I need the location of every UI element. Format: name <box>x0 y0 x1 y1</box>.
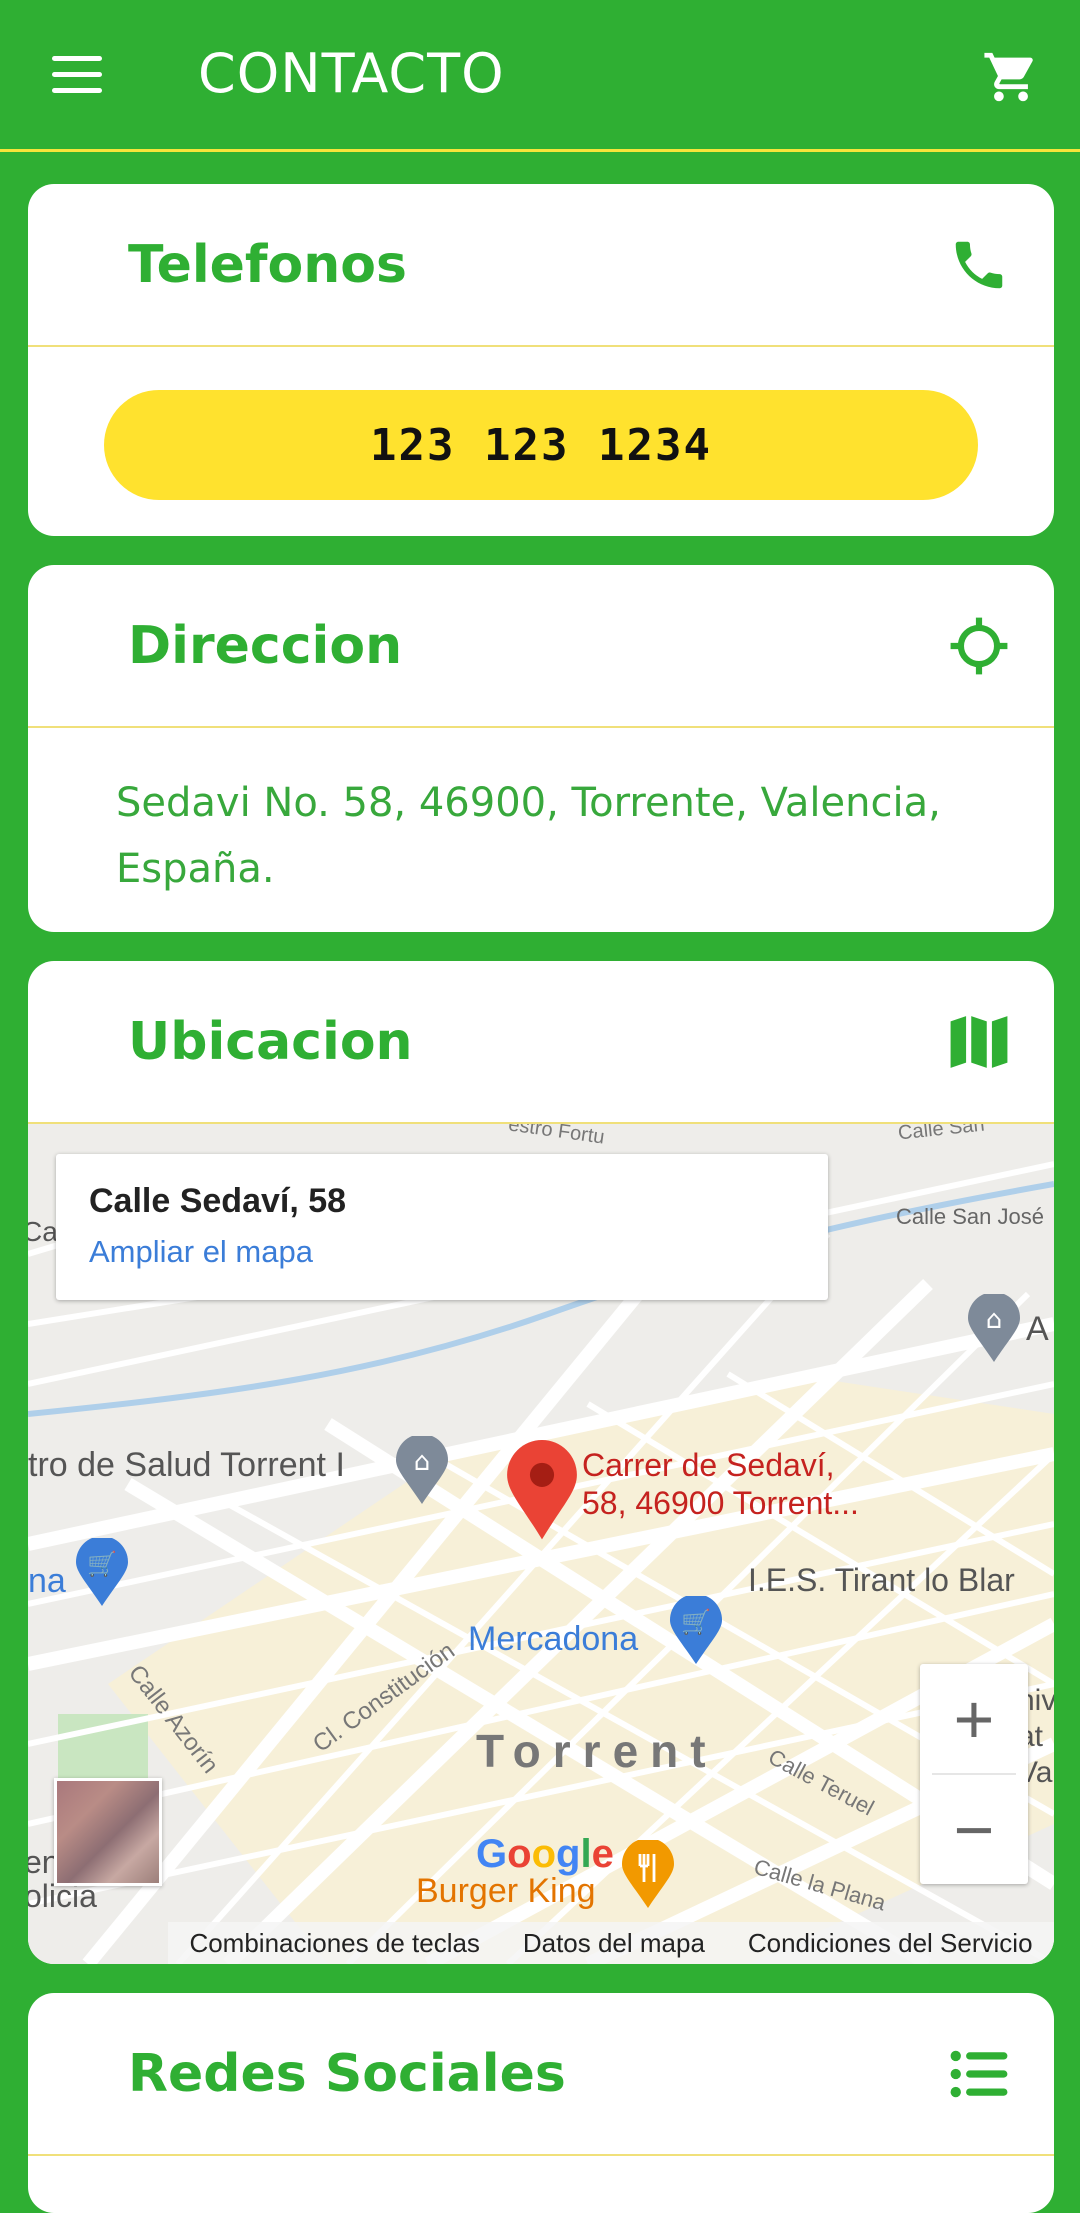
social-card-header: Redes Sociales <box>28 1993 1054 2156</box>
location-marker-icon[interactable] <box>504 1440 580 1542</box>
terms-link[interactable]: Condiciones del Servicio <box>748 1928 1033 1959</box>
map-info-box: Calle Sedaví, 58 Ampliar el mapa <box>56 1154 828 1300</box>
map-label-ca: Ca <box>28 1216 58 1247</box>
phones-card-header: Telefonos <box>28 184 1054 347</box>
restaurant-pin-icon[interactable] <box>620 1840 676 1910</box>
map-label-sanjose: Calle San José <box>896 1204 1044 1229</box>
social-card: Redes Sociales <box>28 1993 1054 2213</box>
map-footer: Combinaciones de teclas Datos del mapa C… <box>168 1922 1054 1964</box>
store-pin-icon[interactable]: 🛒 <box>74 1538 130 1608</box>
marker-label-line2: 58, 46900 Torrent... <box>582 1485 859 1521</box>
google-logo: Google <box>476 1832 614 1876</box>
map-label-town: Torrent <box>476 1725 718 1777</box>
map-label-burger: Burger King <box>416 1872 596 1910</box>
location-card: Ubicacion tro de Salud Torrent I ⌂ na 🛒 … <box>28 961 1054 1964</box>
app-bar: CONTACTO <box>0 0 1080 152</box>
svg-text:🛒: 🛒 <box>87 1550 117 1578</box>
marker-label-line1: Carrer de Sedaví, <box>582 1447 835 1483</box>
list-icon <box>950 2050 1008 2097</box>
map-label-a: A <box>1026 1310 1049 1348</box>
zoom-controls: + − <box>920 1664 1028 1884</box>
map-label-mercadona: Mercadona <box>468 1620 639 1658</box>
social-title: Redes Sociales <box>128 2043 566 2104</box>
embedded-map[interactable]: tro de Salud Torrent I ⌂ na 🛒 Ca Carrer … <box>28 1124 1054 1964</box>
svg-text:⌂: ⌂ <box>414 1447 431 1477</box>
address-title: Direccion <box>128 615 403 676</box>
crosshair-icon <box>950 617 1008 674</box>
zoom-in-button[interactable]: + <box>920 1664 1028 1773</box>
map-data-link[interactable]: Datos del mapa <box>523 1928 705 1959</box>
mercadona-pin-icon[interactable]: 🛒 <box>668 1596 724 1666</box>
cart-icon[interactable] <box>980 48 1042 106</box>
landmark-pin-icon-right[interactable]: ⌂ <box>966 1294 1022 1364</box>
phones-card: Telefonos 123 123 1234 <box>28 184 1054 536</box>
marker-label: Carrer de Sedaví, 58, 46900 Torrent... <box>582 1446 859 1522</box>
address-card-header: Direccion <box>28 565 1054 728</box>
location-title: Ubicacion <box>128 1011 413 1072</box>
page-title: CONTACTO <box>198 42 505 105</box>
map-icon <box>950 1015 1008 1068</box>
enlarge-map-link[interactable]: Ampliar el mapa <box>89 1234 313 1270</box>
map-label-school: I.E.S. Tirant lo Blar <box>748 1562 1015 1598</box>
zoom-out-button[interactable]: − <box>920 1775 1028 1884</box>
phone-icon <box>955 241 1003 288</box>
phone-number-button[interactable]: 123 123 1234 <box>104 390 978 500</box>
address-text: Sedavi No. 58, 46900, Torrente, Valencia… <box>116 780 941 892</box>
map-label-na: na <box>28 1562 66 1600</box>
svg-text:🛒: 🛒 <box>681 1608 711 1636</box>
keyboard-shortcuts-link[interactable]: Combinaciones de teclas <box>189 1928 480 1959</box>
menu-icon[interactable] <box>52 56 102 93</box>
map-label-health: tro de Salud Torrent I <box>28 1446 345 1484</box>
satellite-toggle-thumbnail[interactable] <box>54 1778 162 1886</box>
phones-title: Telefonos <box>128 234 407 295</box>
svg-text:⌂: ⌂ <box>986 1305 1003 1335</box>
map-info-address: Calle Sedaví, 58 <box>89 1182 347 1220</box>
landmark-pin-icon[interactable]: ⌂ <box>394 1436 450 1506</box>
location-card-header: Ubicacion <box>28 961 1054 1124</box>
address-card: Direccion Sedavi No. 58, 46900, Torrente… <box>28 565 1054 932</box>
